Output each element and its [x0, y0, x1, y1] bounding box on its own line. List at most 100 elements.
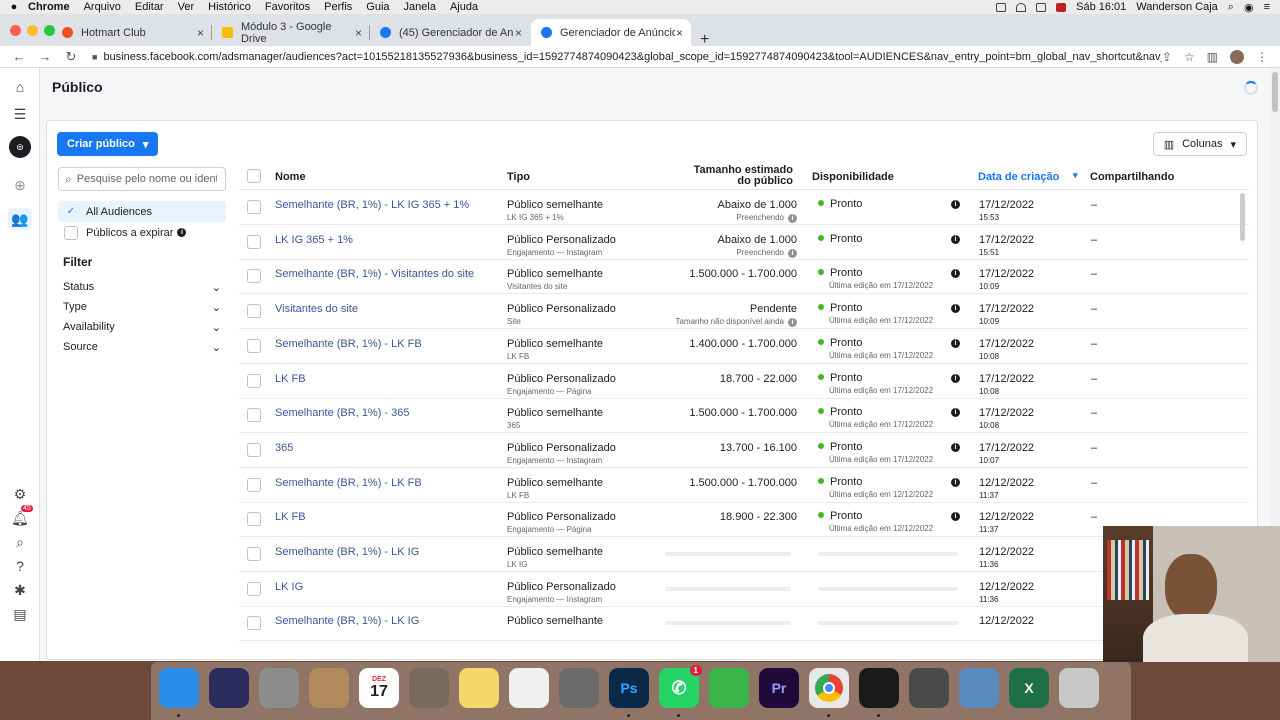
reload-icon[interactable]: ↻ — [64, 49, 78, 65]
finder-icon[interactable] — [159, 668, 199, 708]
menu-item[interactable]: Editar — [135, 1, 164, 13]
share-icon[interactable]: ⇪ — [1162, 50, 1172, 64]
filter-availability[interactable]: Availability ⌄ — [63, 321, 221, 334]
chrome-icon[interactable] — [809, 668, 849, 708]
notes-icon[interactable] — [459, 668, 499, 708]
tab-google-drive[interactable]: Módulo 3 - Google Drive × — [212, 19, 370, 46]
siri-menu-icon[interactable]: ◉ — [1244, 1, 1254, 14]
select-all-checkbox[interactable] — [247, 169, 261, 183]
menu-icon[interactable]: ☰ — [11, 105, 29, 123]
audience-name-link[interactable]: LK FB — [275, 373, 306, 385]
siri-icon[interactable] — [209, 668, 249, 708]
audience-name-link[interactable]: 365 — [275, 442, 293, 454]
tab-hotmart[interactable]: Hotmart Club × — [52, 19, 212, 46]
notifications-icon[interactable]: 🔔︎ 45 — [11, 505, 33, 527]
info-icon[interactable]: i — [788, 318, 797, 328]
audience-name-link[interactable]: Semelhante (BR, 1%) - LK FB — [275, 338, 422, 350]
wifi-icon[interactable] — [1016, 2, 1027, 12]
audience-name-link[interactable]: Semelhante (BR, 1%) - LK IG — [275, 546, 419, 558]
help-icon[interactable]: ? — [11, 557, 29, 575]
premiere-icon[interactable]: Pr — [759, 668, 799, 708]
audiences-icon[interactable]: 👥 — [8, 208, 32, 230]
sidebar-icon[interactable]: ▥ — [1207, 50, 1218, 64]
bookmark-star-icon[interactable]: ☆ — [1184, 50, 1195, 64]
final-cut-icon[interactable] — [859, 668, 899, 708]
row-checkbox[interactable] — [247, 338, 261, 353]
info-icon[interactable]: i — [951, 477, 960, 487]
filter-source[interactable]: Source ⌄ — [63, 341, 221, 354]
whatsapp-icon[interactable]: ✆ 1 — [659, 665, 702, 708]
minimize-window-button[interactable] — [27, 25, 38, 36]
row-checkbox[interactable] — [247, 373, 261, 388]
menu-item[interactable]: Favoritos — [265, 1, 310, 13]
settings-icon[interactable]: ⚙ — [11, 485, 29, 503]
control-center-icon[interactable]: ≡ — [1264, 1, 1270, 13]
flag-icon[interactable] — [1056, 2, 1067, 12]
table-row[interactable]: LK FB Público Personalizado Engajamento — … — [239, 502, 1249, 538]
menu-item[interactable]: Ajuda — [450, 1, 478, 13]
url-field[interactable]: ■ business.facebook.com/adsmanager/audie… — [92, 51, 1162, 63]
menu-item[interactable]: Guia — [366, 1, 389, 13]
checkbox-checked-icon[interactable]: ✓ — [64, 205, 78, 219]
audience-name-link[interactable]: Semelhante (BR, 1%) - Visitantes do site — [275, 268, 474, 280]
close-tab-icon[interactable]: × — [197, 26, 204, 40]
info-icon[interactable]: i — [951, 234, 960, 244]
filter-status[interactable]: Status ⌄ — [63, 281, 221, 294]
battery-icon[interactable] — [1036, 2, 1047, 12]
create-icon[interactable]: ⊕ — [11, 176, 29, 194]
tab-ads-manager-active[interactable]: Gerenciador de Anúncios - Pú × — [531, 19, 691, 46]
clock[interactable]: Sáb 16:01 — [1076, 1, 1126, 13]
row-checkbox[interactable] — [247, 304, 261, 319]
info-icon[interactable]: i — [951, 200, 960, 209]
header-created[interactable]: Data de criação — [978, 171, 1059, 183]
header-type[interactable]: Tipo — [507, 171, 530, 183]
header-name[interactable]: Nome — [275, 171, 306, 183]
table-row[interactable]: LK FB Público Personalizado Engajamento — … — [239, 364, 1249, 399]
calendar-icon[interactable]: DEZ 17 — [359, 668, 399, 708]
info-icon[interactable]: i — [951, 442, 960, 452]
bug-report-icon[interactable]: ✱ — [11, 581, 29, 599]
camtasia-icon[interactable] — [709, 668, 749, 708]
photos-icon[interactable] — [509, 668, 549, 708]
menu-item[interactable]: Histórico — [208, 1, 251, 13]
table-row[interactable]: Semelhante (BR, 1%) - LK IG 365 + 1% Públ… — [239, 190, 1249, 225]
apple-icon[interactable]: ● — [0, 1, 28, 13]
search-input[interactable] — [76, 173, 217, 185]
row-checkbox[interactable] — [247, 581, 261, 596]
menu-app[interactable]: Chrome — [28, 1, 70, 13]
close-window-button[interactable] — [10, 25, 21, 36]
disk-utility-icon[interactable] — [909, 668, 949, 708]
system-preferences-icon[interactable] — [559, 668, 599, 708]
menu-item[interactable]: Arquivo — [84, 1, 121, 13]
back-icon[interactable]: ← — [12, 49, 26, 64]
info-icon[interactable]: i — [951, 512, 960, 522]
row-checkbox[interactable] — [247, 616, 261, 631]
audience-name-link[interactable]: Semelhante (BR, 1%) - LK FB — [275, 477, 422, 489]
table-row[interactable]: Semelhante (BR, 1%) - LK IG Público semel… — [239, 606, 1249, 642]
create-audience-button[interactable]: Criar público ▾ — [57, 132, 159, 156]
table-row[interactable]: Semelhante (BR, 1%) - Visitantes do site… — [239, 259, 1249, 295]
row-checkbox[interactable] — [247, 408, 261, 423]
audience-search[interactable]: ⌕ — [58, 167, 226, 191]
forward-icon[interactable]: → — [38, 49, 52, 64]
table-row[interactable]: Visitantes do site Público Personalizado S… — [239, 294, 1249, 330]
chrome-menu-icon[interactable]: ⋮ — [1256, 50, 1268, 64]
filter-expiring-audiences[interactable]: Públicos a expirar i — [58, 222, 226, 243]
table-row[interactable]: Semelhante (BR, 1%) - 365 Público semelha… — [239, 398, 1249, 434]
audience-name-link[interactable]: Semelhante (BR, 1%) - LK IG 365 + 1% — [275, 199, 469, 211]
lock-icon[interactable]: ■ — [92, 52, 97, 62]
audience-name-link[interactable]: LK IG — [275, 581, 303, 593]
contacts-icon[interactable] — [309, 668, 349, 708]
close-tab-icon[interactable]: × — [355, 26, 362, 40]
table-scrollbar[interactable] — [1240, 193, 1245, 241]
calculator-icon[interactable] — [409, 668, 449, 708]
table-row[interactable]: Semelhante (BR, 1%) - LK FB Público semel… — [239, 468, 1249, 503]
audience-name-link[interactable]: LK IG 365 + 1% — [275, 234, 353, 246]
table-row[interactable]: LK IG 365 + 1% Público Personalizado Engaj… — [239, 225, 1249, 260]
info-icon[interactable]: i — [951, 304, 960, 314]
row-checkbox[interactable] — [247, 200, 261, 214]
info-icon[interactable]: i — [177, 228, 187, 237]
spotlight-icon[interactable]: ⌕ — [1228, 1, 1234, 14]
tab-ads-manager-1[interactable]: (45) Gerenciador de Anúncios × — [370, 19, 530, 46]
info-icon[interactable]: i — [788, 248, 797, 258]
